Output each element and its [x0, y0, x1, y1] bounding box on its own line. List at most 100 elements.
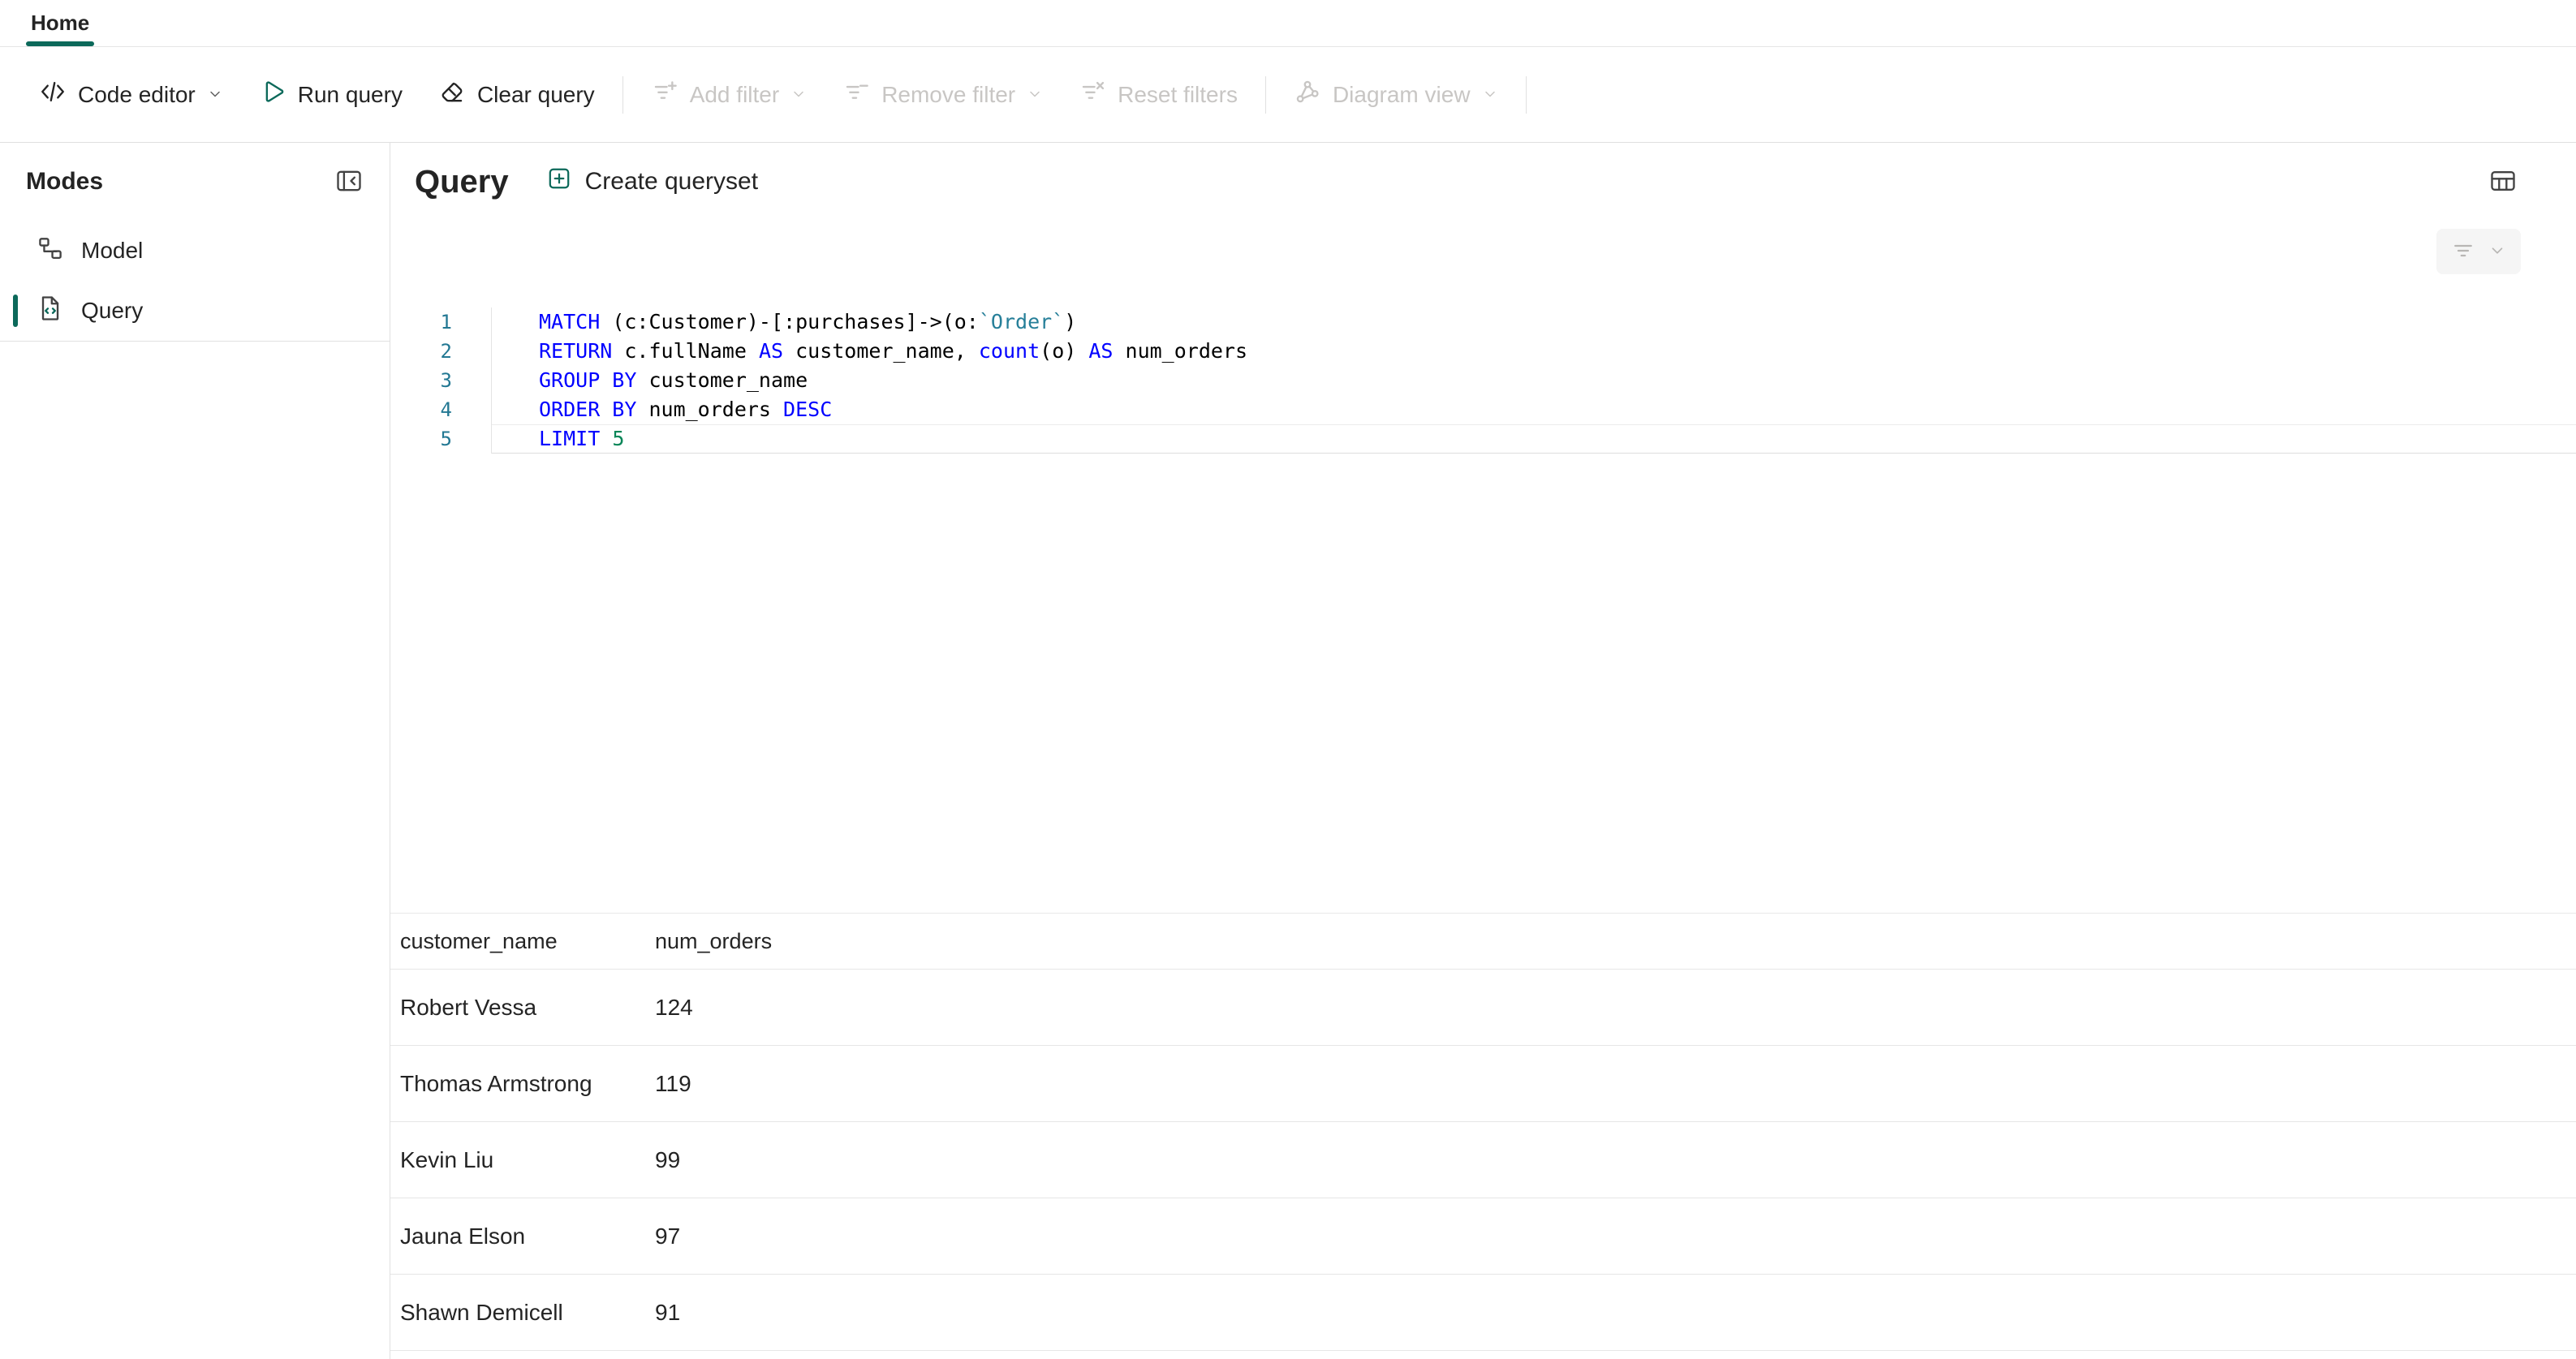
line-numbers: 12345 [390, 307, 491, 454]
code-line[interactable]: GROUP BY customer_name [492, 366, 2576, 395]
code-line[interactable]: LIMIT 5 [492, 424, 2576, 454]
code-token: ORDER BY [539, 398, 636, 421]
modes-panel: Modes [0, 143, 390, 1359]
code-token: `Order` [979, 310, 1064, 333]
filter-settings-icon [2451, 239, 2475, 265]
app-window: Home Code editor Run query [0, 0, 2576, 1359]
reset-filters-label: Reset filters [1118, 82, 1238, 108]
chevron-down-icon [2488, 242, 2506, 262]
line-number: 2 [390, 337, 452, 366]
code-editor-button[interactable]: Code editor [21, 62, 241, 128]
code-token: ) [1064, 310, 1076, 333]
code-token: DESC [783, 398, 832, 421]
reset-filters-icon [1079, 78, 1106, 111]
tab-home[interactable]: Home [26, 0, 94, 46]
table-cell: Robert Vessa [390, 995, 645, 1021]
mode-item-label: Query [81, 298, 143, 324]
table-cell: Shawn Demicell [390, 1300, 645, 1326]
table-view-icon [2488, 166, 2518, 198]
results-view-button[interactable] [2482, 161, 2524, 203]
code-token: customer_name [636, 368, 808, 392]
model-icon [36, 234, 65, 269]
run-query-button[interactable]: Run query [241, 62, 420, 128]
code-editor-icon [39, 78, 67, 111]
results-table: customer_namenum_orders Robert Vessa124T… [390, 913, 2576, 1351]
code-token: customer_name, [783, 339, 979, 363]
query-options-button[interactable] [2436, 229, 2521, 274]
table-cell: Thomas Armstrong [390, 1071, 645, 1097]
diagram-view-button[interactable]: Diagram view [1276, 62, 1516, 128]
clear-query-button[interactable]: Clear query [420, 62, 613, 128]
create-queryset-button[interactable]: Create queryset [546, 166, 758, 198]
add-filter-label: Add filter [690, 82, 780, 108]
mode-item-model[interactable]: Model [0, 221, 390, 281]
chevron-down-icon [790, 82, 807, 108]
code-editor-label: Code editor [78, 82, 196, 108]
collapse-panel-button[interactable] [328, 161, 370, 203]
query-header: Query Create queryset [390, 143, 2576, 221]
reset-filters-button[interactable]: Reset filters [1061, 62, 1256, 128]
code-line[interactable]: MATCH (c:Customer)-[:purchases]->(o:`Ord… [492, 307, 2576, 337]
mode-item-query[interactable]: Query [0, 281, 390, 341]
table-cell: 119 [645, 1071, 2576, 1097]
create-queryset-label: Create queryset [585, 168, 758, 196]
editor-mini-toolbar-row [390, 221, 2576, 282]
code-lines[interactable]: MATCH (c:Customer)-[:purchases]->(o:`Ord… [491, 307, 2576, 454]
tab-selected-underline [26, 41, 94, 46]
column-header[interactable]: customer_name [390, 929, 645, 954]
tab-bar: Home [0, 0, 2576, 47]
code-token: LIMIT [539, 427, 600, 450]
page-title: Query [415, 164, 509, 200]
code-token: (o) [1040, 339, 1088, 363]
add-filter-icon [651, 78, 678, 111]
diagram-view-icon [1294, 78, 1321, 111]
chevron-down-icon [207, 82, 223, 108]
code-editor[interactable]: 12345 MATCH (c:Customer)-[:purchases]->(… [390, 307, 2576, 454]
diagram-view-label: Diagram view [1333, 82, 1471, 108]
column-header[interactable]: num_orders [645, 929, 2576, 954]
workspace-body: Modes [0, 143, 2576, 1359]
ribbon-separator [1526, 76, 1527, 114]
run-query-label: Run query [298, 82, 403, 108]
table-row[interactable]: Jauna Elson97 [390, 1198, 2576, 1275]
ribbon-separator [1265, 76, 1266, 114]
remove-filter-icon [842, 78, 870, 111]
code-line[interactable]: RETURN c.fullName AS customer_name, coun… [492, 337, 2576, 366]
line-number: 1 [390, 307, 452, 337]
table-row[interactable]: Robert Vessa124 [390, 970, 2576, 1046]
table-cell: 91 [645, 1300, 2576, 1326]
query-icon [36, 294, 65, 329]
selected-indicator [13, 295, 18, 327]
code-line[interactable]: ORDER BY num_orders DESC [492, 395, 2576, 424]
code-token: MATCH [539, 310, 600, 333]
code-token [600, 427, 612, 450]
code-token: count [979, 339, 1040, 363]
editor-empty-space [390, 454, 2576, 913]
mode-item-label: Model [81, 238, 143, 264]
table-row[interactable]: Thomas Armstrong119 [390, 1046, 2576, 1122]
code-token: 5 [612, 427, 624, 450]
clear-query-label: Clear query [477, 82, 595, 108]
play-icon [259, 78, 286, 111]
remove-filter-label: Remove filter [881, 82, 1015, 108]
line-number: 5 [390, 424, 452, 454]
line-number: 3 [390, 366, 452, 395]
ribbon-separator [622, 76, 623, 114]
code-token: (c:Customer)-[:purchases]->(o: [600, 310, 979, 333]
line-number: 4 [390, 395, 452, 424]
table-row[interactable]: Kevin Liu99 [390, 1122, 2576, 1198]
results-header: customer_namenum_orders [390, 913, 2576, 970]
modes-list: Model Query [0, 221, 390, 342]
remove-filter-button[interactable]: Remove filter [825, 62, 1061, 128]
add-filter-button[interactable]: Add filter [633, 62, 825, 128]
table-cell: Kevin Liu [390, 1147, 645, 1173]
code-token: RETURN [539, 339, 612, 363]
modes-panel-header: Modes [0, 143, 390, 221]
code-token: num_orders [636, 398, 783, 421]
ribbon-toolbar: Code editor Run query Clear query [0, 47, 2576, 143]
code-token: GROUP BY [539, 368, 636, 392]
table-row[interactable]: Shawn Demicell91 [390, 1275, 2576, 1351]
query-main-area: Query Create queryset [390, 143, 2576, 1359]
table-cell: Jauna Elson [390, 1224, 645, 1249]
chevron-down-icon [1027, 82, 1043, 108]
